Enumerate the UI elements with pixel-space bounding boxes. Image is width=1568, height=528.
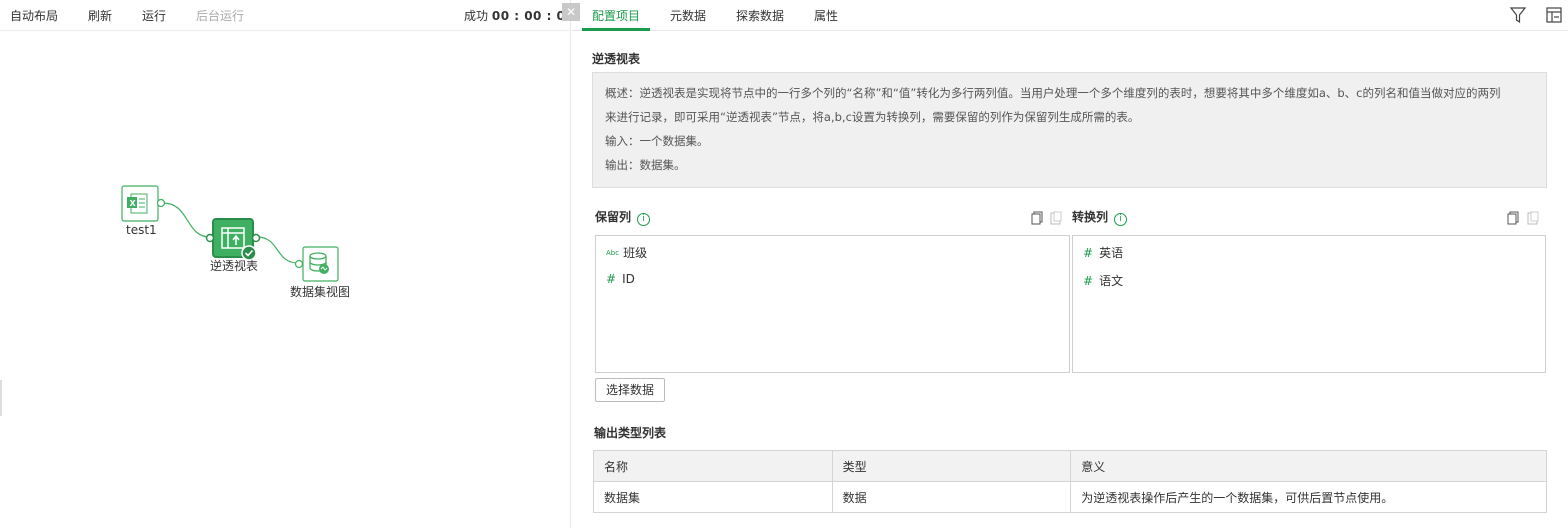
layout-panel-icon[interactable] bbox=[1545, 6, 1563, 24]
column-name: 英语 bbox=[1099, 246, 1124, 260]
background-run-button[interactable]: 后台运行 bbox=[196, 7, 244, 24]
retain-columns-label: 保留列 bbox=[595, 210, 632, 224]
description-box: 概述：逆透视表是实现将节点中的一行多个列的“名称”和“值”转化为多行两列值。当用… bbox=[592, 72, 1547, 188]
node-unpivot-label: 逆透视表 bbox=[210, 259, 259, 273]
copy-icon[interactable] bbox=[1031, 211, 1043, 225]
description-line: 概述：逆透视表是实现将节点中的一行多个列的“名称”和“值”转化为多行两列值。当用… bbox=[605, 86, 1501, 100]
column-item[interactable]: # 英语 bbox=[1083, 244, 1123, 261]
svg-text:X: X bbox=[130, 199, 137, 208]
retain-columns-list[interactable]: Abc 班级 # ID bbox=[595, 235, 1070, 373]
refresh-button[interactable]: 刷新 bbox=[88, 7, 112, 24]
flow-canvas[interactable]: X test1 逆透视表 数据集视图 bbox=[0, 31, 571, 528]
tab-properties[interactable]: 属性 bbox=[814, 7, 838, 24]
number-type-icon: # bbox=[1083, 274, 1094, 288]
run-status: 成功 00 : 00 : 01 bbox=[464, 7, 574, 24]
resize-handle[interactable] bbox=[0, 380, 2, 416]
retain-columns-title: 保留列 i bbox=[595, 208, 651, 226]
info-icon[interactable]: i bbox=[637, 213, 651, 226]
tab-config[interactable]: 配置项目 bbox=[592, 7, 640, 24]
table-cell: 数据 bbox=[831, 481, 1072, 513]
run-button[interactable]: 运行 bbox=[142, 7, 166, 24]
output-types-title: 输出类型列表 bbox=[594, 426, 667, 440]
input-port bbox=[205, 233, 215, 243]
column-item[interactable]: # ID bbox=[606, 272, 635, 286]
canvas-toolbar: 自动布局 刷新 运行 后台运行 成功 00 : 00 : 01 bbox=[0, 0, 574, 31]
column-name: 语文 bbox=[1099, 274, 1124, 288]
description-line: 输入：一个数据集。 bbox=[605, 134, 709, 148]
description-line: 来进行记录，即可采用“逆透视表”节点，将a,b,c设置为转换列，需要保留的列作为… bbox=[605, 110, 1140, 124]
select-data-button[interactable]: 选择数据 bbox=[595, 378, 665, 402]
node-dataset-view-label: 数据集视图 bbox=[290, 285, 351, 299]
table-header-row: 名称 类型 意义 bbox=[593, 450, 1547, 482]
flow-graph: X bbox=[121, 185, 339, 282]
column-item[interactable]: # 语文 bbox=[1083, 272, 1123, 289]
column-item[interactable]: Abc 班级 bbox=[606, 244, 647, 261]
table-row: 数据集 数据 为逆透视表操作后产生的一个数据集，可供后置节点使用。 bbox=[593, 481, 1547, 513]
transform-columns-title: 转换列 i bbox=[1072, 208, 1128, 226]
paste-icon[interactable] bbox=[1050, 211, 1062, 225]
string-type-icon: Abc bbox=[606, 249, 620, 257]
output-port bbox=[251, 233, 261, 243]
node-test1[interactable]: X bbox=[121, 185, 166, 222]
number-type-icon: # bbox=[606, 272, 617, 286]
column-header-name: 名称 bbox=[593, 450, 833, 482]
active-tab-indicator bbox=[582, 28, 650, 31]
node-test1-label: test1 bbox=[126, 223, 157, 237]
column-header-type: 类型 bbox=[831, 450, 1072, 482]
table-cell: 为逆透视表操作后产生的一个数据集，可供后置节点使用。 bbox=[1070, 481, 1547, 513]
column-name: 班级 bbox=[623, 246, 648, 260]
flow-panel: 自动布局 刷新 运行 后台运行 成功 00 : 00 : 01 ✕ X test… bbox=[0, 0, 580, 528]
tab-explore-data[interactable]: 探索数据 bbox=[736, 7, 784, 24]
transform-columns-list[interactable]: # 英语 # 语文 bbox=[1072, 235, 1546, 373]
column-name: ID bbox=[622, 272, 635, 286]
number-type-icon: # bbox=[1083, 246, 1094, 260]
tab-metadata[interactable]: 元数据 bbox=[670, 7, 706, 24]
output-types-table: 名称 类型 意义 数据集 数据 为逆透视表操作后产生的一个数据集，可供后置节点使… bbox=[593, 450, 1547, 513]
column-header-meaning: 意义 bbox=[1070, 450, 1547, 482]
copy-icon[interactable] bbox=[1507, 211, 1519, 225]
filter-icon[interactable] bbox=[1509, 6, 1527, 24]
node-unpivot[interactable] bbox=[205, 218, 261, 261]
table-cell: 数据集 bbox=[593, 481, 833, 513]
node-dataset-view[interactable] bbox=[294, 246, 339, 282]
paste-icon[interactable] bbox=[1527, 211, 1539, 225]
section-title: 逆透视表 bbox=[592, 52, 641, 66]
auto-layout-button[interactable]: 自动布局 bbox=[10, 7, 58, 24]
panel-tabs: 配置项目 元数据 探索数据 属性 bbox=[572, 0, 1568, 31]
edge-unpivot-to-view bbox=[256, 236, 299, 264]
info-icon[interactable]: i bbox=[1114, 213, 1128, 226]
output-port bbox=[156, 198, 166, 208]
edge-test1-to-unpivot bbox=[162, 202, 211, 238]
config-panel: 配置项目 元数据 探索数据 属性 逆透视表 概述：逆透视表是实现将节点中的一行多… bbox=[572, 0, 1568, 528]
transform-columns-label: 转换列 bbox=[1072, 210, 1109, 224]
run-status-label: 成功 bbox=[464, 9, 489, 23]
input-port bbox=[294, 259, 304, 269]
description-line: 输出：数据集。 bbox=[605, 158, 686, 172]
